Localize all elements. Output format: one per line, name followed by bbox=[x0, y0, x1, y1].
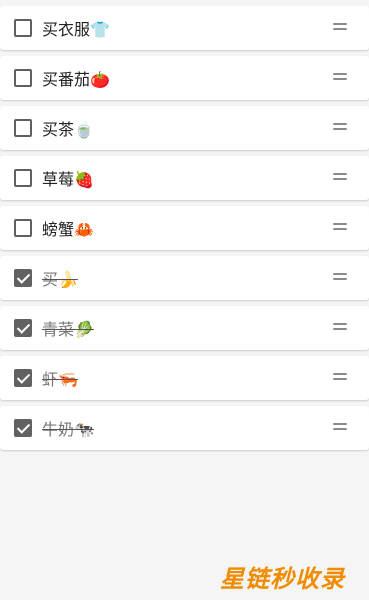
list-item[interactable]: 买衣服👕 bbox=[0, 6, 369, 50]
list-item[interactable]: 买番茄🍅 bbox=[0, 56, 369, 100]
drag-handle-icon[interactable] bbox=[333, 123, 347, 133]
checkbox-icon[interactable] bbox=[14, 219, 32, 237]
checkbox-icon[interactable] bbox=[14, 119, 32, 137]
item-label: 买茶🍵 bbox=[42, 120, 94, 139]
checkbox-icon[interactable] bbox=[14, 19, 32, 37]
drag-handle-icon[interactable] bbox=[333, 223, 347, 233]
item-label: 草莓🍓 bbox=[42, 170, 94, 189]
checkbox-checked-icon[interactable] bbox=[14, 269, 32, 287]
drag-handle-icon[interactable] bbox=[333, 273, 347, 283]
checkbox-icon[interactable] bbox=[14, 69, 32, 87]
item-label: 牛奶🐄 bbox=[42, 420, 94, 439]
item-label: 买番茄🍅 bbox=[42, 70, 110, 89]
checkbox-checked-icon[interactable] bbox=[14, 419, 32, 437]
drag-handle-icon[interactable] bbox=[333, 173, 347, 183]
checkbox-icon[interactable] bbox=[14, 169, 32, 187]
checkbox-checked-icon[interactable] bbox=[14, 369, 32, 387]
drag-handle-icon[interactable] bbox=[333, 423, 347, 433]
list-item[interactable]: 青菜🥬 bbox=[0, 306, 369, 350]
item-label: 青菜🥬 bbox=[42, 320, 94, 339]
list-item[interactable]: 牛奶🐄 bbox=[0, 406, 369, 450]
drag-handle-icon[interactable] bbox=[333, 23, 347, 33]
drag-handle-icon[interactable] bbox=[333, 73, 347, 83]
item-label: 买🍌 bbox=[42, 270, 78, 289]
checkbox-checked-icon[interactable] bbox=[14, 319, 32, 337]
list-item[interactable]: 虾🦐 bbox=[0, 356, 369, 400]
list-item[interactable]: 买茶🍵 bbox=[0, 106, 369, 150]
list-item[interactable]: 草莓🍓 bbox=[0, 156, 369, 200]
todo-list: 买衣服👕 买番茄🍅 买茶🍵 草莓🍓 螃蟹🦀 买🍌 青菜🥬 虾🦐 牛奶🐄 bbox=[0, 0, 369, 456]
item-label: 螃蟹🦀 bbox=[42, 220, 94, 239]
list-item[interactable]: 螃蟹🦀 bbox=[0, 206, 369, 250]
list-item[interactable]: 买🍌 bbox=[0, 256, 369, 300]
drag-handle-icon[interactable] bbox=[333, 323, 347, 333]
item-label: 虾🦐 bbox=[42, 370, 78, 389]
watermark: 星链秒收录 bbox=[220, 565, 345, 593]
drag-handle-icon[interactable] bbox=[333, 373, 347, 383]
item-label: 买衣服👕 bbox=[42, 20, 110, 39]
